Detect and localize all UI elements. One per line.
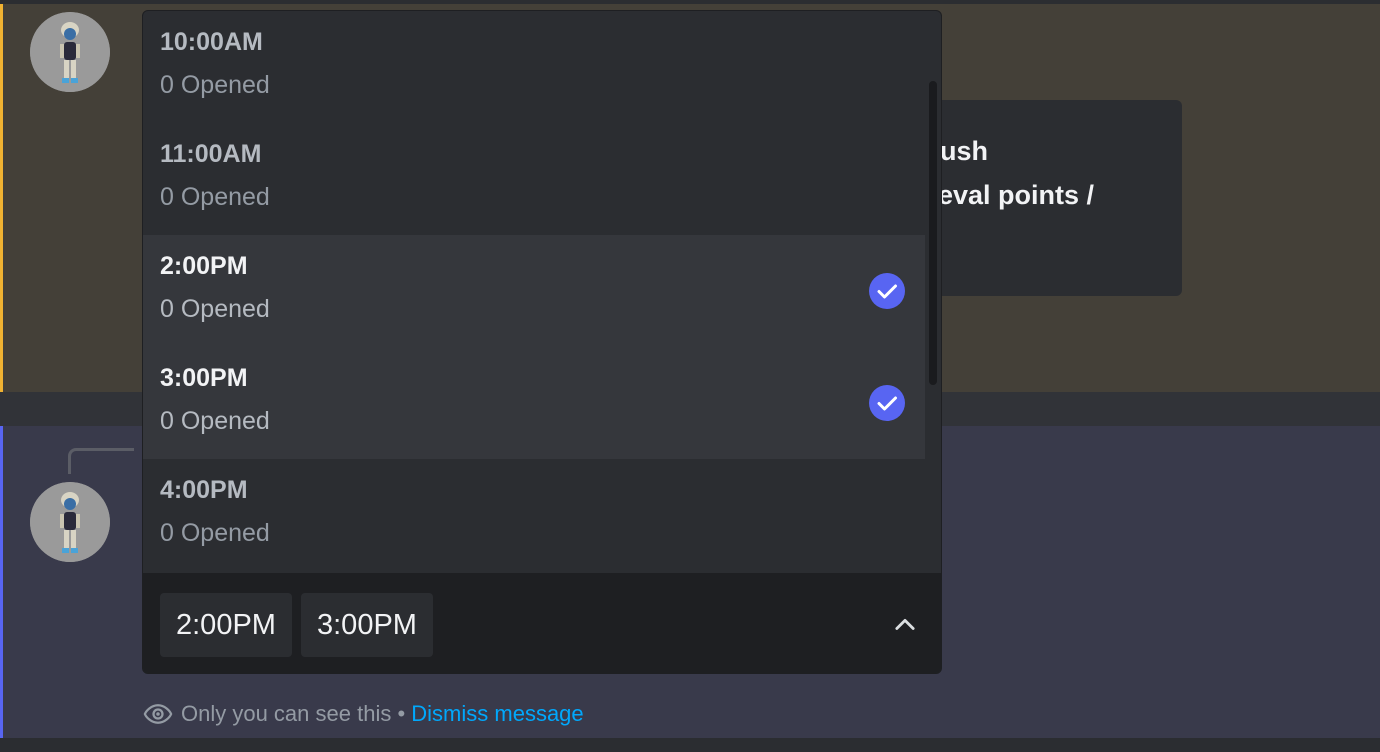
user-avatar[interactable] <box>30 12 110 92</box>
option-description: 0 Opened <box>160 519 270 547</box>
selected-value-chip[interactable]: 2:00PM <box>160 593 292 657</box>
selected-value-chip[interactable]: 3:00PM <box>301 593 433 657</box>
option-label: 4:00PM <box>160 476 248 504</box>
option-2-00pm[interactable]: 2:00PM 0 Opened <box>143 235 925 347</box>
option-10-00am[interactable]: 10:00AM 0 Opened <box>143 11 925 123</box>
option-description: 0 Opened <box>160 295 270 323</box>
select-input-bar[interactable]: 2:00PM 3:00PM <box>143 573 941 673</box>
option-description: 0 Opened <box>160 407 270 435</box>
message-embed: ush g eval points / <box>900 100 1182 296</box>
option-label: 2:00PM <box>160 252 248 280</box>
check-circle-icon[interactable] <box>869 273 905 309</box>
scrollbar-thumb[interactable] <box>929 81 937 385</box>
separator: • <box>391 701 412 726</box>
reply-spine <box>68 448 134 474</box>
chat-view: ush g eval points / Only you can see thi… <box>0 0 1380 752</box>
ephemeral-notice: Only you can see this • Dismiss message <box>143 698 584 730</box>
check-circle-icon[interactable] <box>869 385 905 421</box>
option-label: 11:00AM <box>160 140 262 168</box>
option-label: 3:00PM <box>160 364 248 392</box>
bot-avatar[interactable] <box>30 482 110 562</box>
options-list: 10:00AM 0 Opened 11:00AM 0 Opened 2:00PM… <box>143 11 925 571</box>
option-description: 0 Opened <box>160 71 270 99</box>
select-menu-dropdown[interactable]: 10:00AM 0 Opened 11:00AM 0 Opened 2:00PM… <box>142 10 942 674</box>
avatar-image <box>30 12 110 92</box>
option-label: 10:00AM <box>160 28 263 56</box>
option-3-00pm[interactable]: 3:00PM 0 Opened <box>143 347 925 459</box>
bottom-divider <box>0 738 1380 752</box>
option-description: 0 Opened <box>160 183 270 211</box>
eye-icon <box>143 704 173 724</box>
option-11-00am[interactable]: 11:00AM 0 Opened <box>143 123 925 235</box>
ephemeral-notice-text: Only you can see this <box>181 701 392 726</box>
chevron-up-icon[interactable] <box>891 611 919 639</box>
avatar-image <box>30 482 110 562</box>
dismiss-message-link[interactable]: Dismiss message <box>411 701 583 727</box>
embed-text-line-1: ush <box>940 136 989 166</box>
option-4-00pm[interactable]: 4:00PM 0 Opened <box>143 459 925 571</box>
